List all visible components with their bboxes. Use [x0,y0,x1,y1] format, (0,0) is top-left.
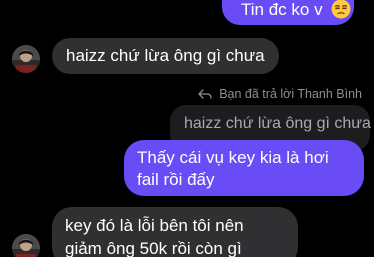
avatar[interactable] [12,45,40,73]
avatar-photo [12,234,40,257]
message-text: haizz chứ lừa ông gì chưa [66,46,265,65]
quoted-text: haizz chứ lừa ông gì chưa [184,115,371,132]
message-text: key đó là lỗi bên tôi nên giảm ông 50k r… [65,216,244,257]
message-text: Thấy cái vụ key kia là hơi fail rồi đấy [137,148,329,189]
incoming-message-bubble[interactable]: haizz chứ lừa ông gì chưa [52,38,279,74]
unamused-face-icon [331,0,351,19]
message-text: Tin đc ko v [241,0,323,19]
chat-thread: Tin đc ko v haizz chứ lừa ông gì chưa Bạ… [0,0,374,257]
avatar[interactable] [12,234,40,257]
reply-arrow-icon [198,89,212,99]
incoming-message-bubble[interactable]: key đó là lỗi bên tôi nên giảm ông 50k r… [52,207,298,257]
outgoing-message-bubble[interactable]: Tin đc ko v [222,0,354,25]
reply-header: Bạn đã trả lời Thanh Bình [198,87,362,101]
outgoing-reply-bubble[interactable]: Thấy cái vụ key kia là hơi fail rồi đấy [124,140,364,196]
reply-header-text: Bạn đã trả lời Thanh Bình [219,87,362,101]
avatar-photo [12,45,40,73]
